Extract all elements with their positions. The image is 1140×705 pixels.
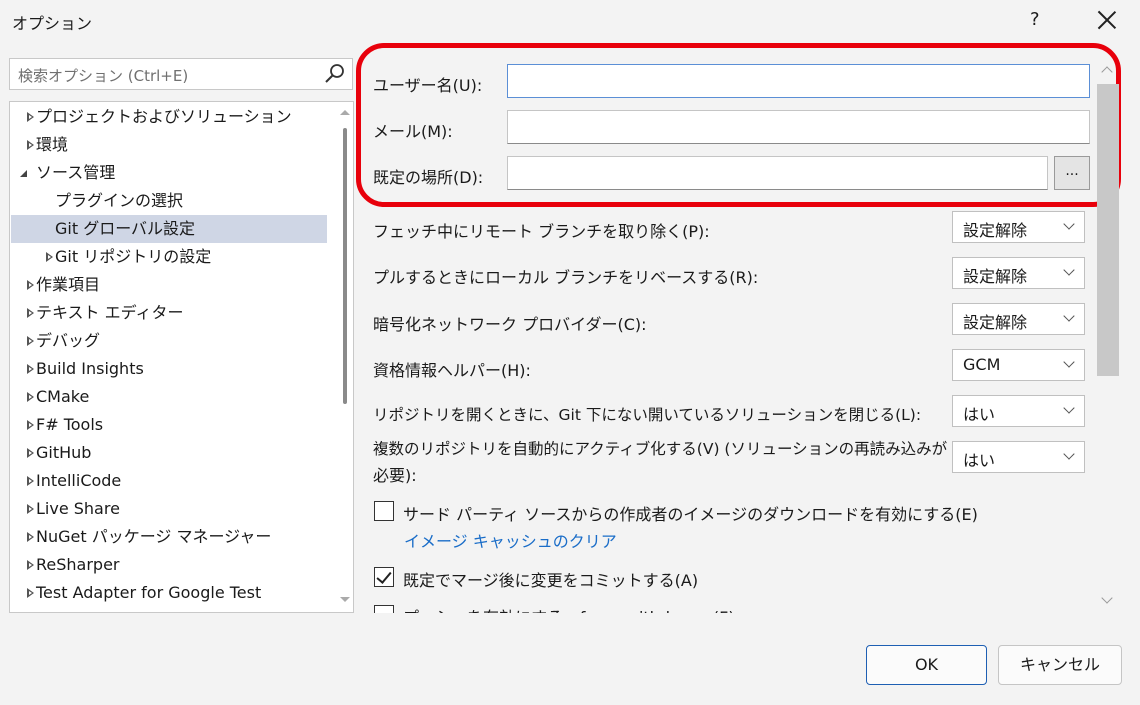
tree-item-debugging[interactable]: デバッグ	[11, 327, 327, 355]
ok-button[interactable]: OK	[866, 645, 987, 685]
expand-arrow-icon[interactable]	[27, 112, 35, 122]
tree-scrollbar[interactable]	[339, 106, 351, 606]
scroll-down-icon[interactable]	[1101, 592, 1113, 604]
chevron-down-icon	[1063, 218, 1075, 230]
scroll-thumb[interactable]	[1097, 84, 1119, 376]
tree-item-build-insights[interactable]: Build Insights	[11, 355, 327, 383]
title-bar: オプション ?	[0, 0, 1140, 42]
settings-scrollbar[interactable]	[1096, 58, 1122, 614]
expand-arrow-icon[interactable]	[27, 532, 35, 542]
commit-after-merge-label: 既定でマージ後に変更をコミットする(A)	[403, 571, 699, 590]
search-icon[interactable]	[323, 62, 347, 86]
search-options-input[interactable]: 検索オプション (Ctrl+E)	[9, 58, 353, 90]
prune-remote-dropdown[interactable]: 設定解除	[952, 211, 1085, 243]
expand-arrow-icon[interactable]	[27, 504, 35, 514]
tree-item-live-share[interactable]: Live Share	[11, 495, 327, 523]
expand-arrow-icon[interactable]	[27, 140, 35, 150]
tree-item-cmake[interactable]: CMake	[11, 383, 327, 411]
chevron-down-icon	[1063, 310, 1075, 322]
auto-activate-label-line2: 必要):	[373, 466, 417, 485]
cancel-button[interactable]: キャンセル	[998, 645, 1122, 685]
force-push-label: プッシュを有効にする --force-with-lease (F)	[403, 604, 735, 613]
tree-item-text-editor[interactable]: テキスト エディター	[11, 299, 327, 327]
author-images-label: サード パーティ ソースからの作成者のイメージのダウンロードを有効にする(E)	[403, 505, 978, 524]
force-push-checkbox[interactable]	[374, 605, 394, 613]
highlight-annotation	[356, 43, 1121, 207]
expand-arrow-icon[interactable]	[27, 392, 35, 402]
close-solution-label: リポジトリを開くときに、Git 下にない開いているソリューションを閉じる(L):	[373, 406, 922, 424]
chevron-down-icon	[1063, 448, 1075, 460]
collapse-arrow-icon[interactable]	[20, 170, 27, 177]
rebase-label: プルするときにローカル ブランチをリベースする(R):	[373, 268, 759, 287]
tree-item-plugin-selection[interactable]: プラグインの選択	[11, 187, 327, 215]
commit-after-merge-checkbox[interactable]	[374, 567, 394, 587]
tree-item-projects-solutions[interactable]: プロジェクトおよびソリューション	[11, 103, 327, 131]
auto-activate-dropdown[interactable]: はい	[952, 441, 1085, 473]
auto-activate-label-line1: 複数のリポジトリを自動的にアクティブ化する(V) (ソリューションの再読み込みが	[373, 440, 948, 458]
expand-arrow-icon[interactable]	[27, 476, 35, 486]
tree-item-work-items[interactable]: 作業項目	[11, 271, 327, 299]
tree-item-git-repo-settings[interactable]: Git リポジトリの設定	[11, 243, 327, 271]
tree-item-environment[interactable]: 環境	[11, 131, 327, 159]
tree-item-git-global-settings[interactable]: Git グローバル設定	[11, 215, 327, 243]
scroll-up-icon[interactable]	[340, 110, 350, 115]
expand-arrow-icon[interactable]	[27, 448, 35, 458]
expand-arrow-icon[interactable]	[27, 420, 35, 430]
help-button[interactable]: ?	[1030, 9, 1040, 30]
tree-item-test-adapter[interactable]: Test Adapter for Google Test	[11, 579, 327, 607]
close-icon[interactable]	[1097, 10, 1117, 30]
credential-helper-label: 資格情報ヘルパー(H):	[373, 361, 531, 380]
rebase-dropdown[interactable]: 設定解除	[952, 257, 1085, 289]
chevron-down-icon	[1063, 264, 1075, 276]
author-images-checkbox[interactable]	[374, 501, 394, 521]
scroll-down-icon[interactable]	[340, 597, 350, 602]
tree-item-intellicode[interactable]: IntelliCode	[11, 467, 327, 495]
prune-remote-label: フェッチ中にリモート ブランチを取り除く(P):	[373, 222, 710, 241]
crypto-provider-dropdown[interactable]: 設定解除	[952, 303, 1085, 335]
expand-arrow-icon[interactable]	[27, 308, 35, 318]
chevron-down-icon	[1063, 356, 1075, 368]
options-tree[interactable]: プロジェクトおよびソリューション 環境 ソース管理 プラグインの選択 Git グ…	[9, 101, 354, 613]
scroll-thumb[interactable]	[343, 128, 347, 404]
close-solution-dropdown[interactable]: はい	[952, 395, 1085, 427]
tree-item-source-control[interactable]: ソース管理	[11, 159, 327, 187]
clipped-row: プッシュを有効にする --force-with-lease (F)	[356, 596, 1096, 613]
tree-item-fsharp-tools[interactable]: F# Tools	[11, 411, 327, 439]
tree-item-github[interactable]: GitHub	[11, 439, 327, 467]
crypto-provider-label: 暗号化ネットワーク プロバイダー(C):	[373, 315, 647, 334]
expand-arrow-icon[interactable]	[27, 280, 35, 290]
credential-helper-dropdown[interactable]: GCM	[952, 349, 1085, 381]
expand-arrow-icon[interactable]	[27, 336, 35, 346]
tree-item-resharper[interactable]: ReSharper	[11, 551, 327, 579]
expand-arrow-icon[interactable]	[27, 364, 35, 374]
window-title: オプション	[12, 14, 93, 33]
expand-arrow-icon[interactable]	[27, 588, 35, 598]
chevron-down-icon	[1063, 402, 1075, 414]
expand-arrow-icon[interactable]	[27, 560, 35, 570]
search-placeholder: 検索オプション (Ctrl+E)	[18, 67, 189, 85]
tree-item-nuget[interactable]: NuGet パッケージ マネージャー	[11, 523, 327, 551]
expand-arrow-icon[interactable]	[46, 252, 54, 262]
scroll-up-icon[interactable]	[1101, 66, 1113, 78]
clear-image-cache-link[interactable]: イメージ キャッシュのクリア	[404, 528, 617, 552]
